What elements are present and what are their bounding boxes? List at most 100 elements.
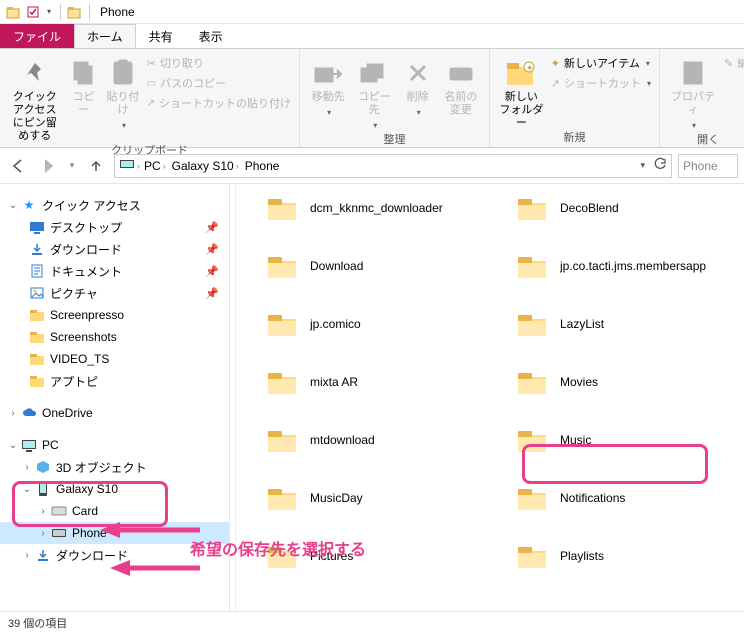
folder-label: mixta AR	[310, 375, 358, 389]
tree-phone[interactable]: ›Phone	[0, 522, 229, 544]
folder-item[interactable]: Download	[266, 252, 506, 280]
paste-icon	[107, 57, 139, 89]
folder-item[interactable]: mtdownload	[266, 426, 506, 454]
folder-item[interactable]: jp.co.tacti.jms.membersapp	[516, 252, 716, 280]
pin-to-quickaccess-button[interactable]: クイック アクセス にピン留めする	[8, 53, 61, 143]
delete-icon	[402, 57, 434, 89]
folder-label: MusicDay	[310, 491, 363, 505]
new-item-button[interactable]: ✦新しいアイテム▾	[551, 55, 651, 71]
folder-icon	[516, 310, 548, 338]
window-folder-icon	[65, 3, 83, 21]
tree-videots[interactable]: VIDEO_TS	[0, 348, 229, 370]
back-button[interactable]	[6, 154, 30, 178]
search-input[interactable]: Phone	[678, 154, 738, 178]
folder-icon	[28, 306, 46, 324]
folder-view[interactable]: dcm_kknmc_downloader DecoBlend Download jp.…	[236, 184, 744, 611]
tree-screenpresso[interactable]: Screenpresso	[0, 304, 229, 326]
properties-button: プロパティ▾	[668, 53, 718, 132]
qat-save-icon[interactable]	[24, 3, 42, 21]
qat-dropdown[interactable]: ▾	[44, 3, 54, 21]
folder-label: mtdownload	[310, 433, 375, 447]
tab-file[interactable]: ファイル	[0, 24, 74, 48]
cut-button: ✂切り取り	[147, 55, 291, 71]
download-icon	[34, 546, 52, 564]
folder-item[interactable]: DecoBlend	[516, 194, 716, 222]
paste-shortcut-button: ↗ショートカットの貼り付け	[147, 95, 291, 111]
newitem-icon: ✦	[551, 57, 560, 70]
tree-aputobi[interactable]: アプトピ	[0, 370, 229, 392]
folder-label: Music	[560, 433, 591, 447]
paste-label: 貼り付け	[105, 91, 140, 117]
scissors-icon: ✂	[147, 57, 156, 70]
folder-item[interactable]: Music	[516, 426, 716, 454]
up-button[interactable]	[84, 154, 108, 178]
app-icon	[4, 3, 22, 21]
tab-home[interactable]: ホーム	[74, 24, 136, 48]
refresh-button[interactable]	[653, 157, 667, 174]
nav-tree[interactable]: ⌄★クイック アクセス デスクトップ📌 ダウンロード📌 ドキュメント📌 ピクチャ…	[0, 184, 230, 611]
paste-button: 貼り付け ▾	[105, 53, 140, 132]
shortcut-icon: ↗	[551, 77, 560, 90]
group-caption-organize: 整理	[308, 132, 481, 148]
svg-text:ab: ab	[454, 70, 466, 81]
pin-icon: 📌	[205, 221, 219, 234]
tree-pc[interactable]: ⌄PC	[0, 434, 229, 456]
folder-item[interactable]: MusicDay	[266, 484, 506, 512]
folder-item[interactable]: mixta AR	[266, 368, 506, 396]
edit-icon: ✎	[724, 57, 733, 70]
folder-label: Download	[310, 259, 363, 273]
status-bar: 39 個の項目	[0, 611, 744, 633]
folder-icon	[266, 484, 298, 512]
desktop-icon	[28, 218, 46, 236]
folder-item[interactable]: Pictures	[266, 542, 506, 570]
document-icon	[28, 262, 46, 280]
group-caption-new: 新規	[498, 130, 651, 147]
tree-downloads2[interactable]: ›ダウンロード	[0, 544, 229, 566]
recent-dropdown[interactable]: ▾	[66, 154, 78, 178]
address-bar[interactable]: › PC› Galaxy S10› Phone ▾	[114, 154, 672, 178]
folder-item[interactable]: dcm_kknmc_downloader	[266, 194, 506, 222]
new-folder-button[interactable]: ✦ 新しい フォルダー	[498, 53, 545, 130]
separator	[60, 4, 61, 20]
rename-label: 名前の 変更	[444, 91, 477, 117]
crumb-device[interactable]: Galaxy S10›	[170, 159, 241, 173]
tree-pictures[interactable]: ピクチャ📌	[0, 282, 229, 304]
tree-galaxy[interactable]: ⌄Galaxy S10	[0, 478, 229, 500]
newfolder-label: 新しい フォルダー	[498, 91, 545, 130]
window-title: Phone	[100, 5, 135, 19]
folder-icon	[516, 542, 548, 570]
drive-icon	[50, 524, 68, 542]
folder-item[interactable]: jp.comico	[266, 310, 506, 338]
folder-label: jp.comico	[310, 317, 361, 331]
pin-icon: 📌	[205, 287, 219, 300]
moveto-label: 移動先	[312, 91, 345, 104]
tree-desktop[interactable]: デスクトップ📌	[0, 216, 229, 238]
address-dropdown[interactable]: ▾	[640, 160, 645, 171]
group-caption-open: 開く	[668, 132, 744, 148]
folder-item[interactable]: Notifications	[516, 484, 716, 512]
tab-share[interactable]: 共有	[136, 24, 186, 48]
newfolder-icon: ✦	[505, 57, 537, 89]
shortcut-icon: ↗	[147, 98, 155, 109]
moveto-icon	[312, 57, 344, 89]
folder-icon	[266, 310, 298, 338]
tree-quickaccess[interactable]: ⌄★クイック アクセス	[0, 194, 229, 216]
tree-3dobjects[interactable]: ›3D オブジェクト	[0, 456, 229, 478]
tree-card[interactable]: ›Card	[0, 500, 229, 522]
folder-item[interactable]: Playlists	[516, 542, 716, 570]
rename-button: ab 名前の 変更	[441, 53, 481, 117]
tab-view[interactable]: 表示	[186, 24, 236, 48]
tree-screenshots[interactable]: Screenshots	[0, 326, 229, 348]
tree-downloads[interactable]: ダウンロード📌	[0, 238, 229, 260]
crumb-pc[interactable]: PC›	[142, 159, 168, 173]
folder-item[interactable]: LazyList	[516, 310, 716, 338]
device-icon	[119, 157, 135, 174]
folder-label: Pictures	[310, 549, 353, 563]
folder-item[interactable]: Movies	[516, 368, 716, 396]
tree-onedrive[interactable]: ›OneDrive	[0, 402, 229, 424]
crumb-location[interactable]: Phone	[243, 159, 282, 173]
chevron-right-icon[interactable]: ›	[137, 161, 140, 171]
tree-documents[interactable]: ドキュメント📌	[0, 260, 229, 282]
phone-icon	[34, 480, 52, 498]
folder-label: LazyList	[560, 317, 604, 331]
